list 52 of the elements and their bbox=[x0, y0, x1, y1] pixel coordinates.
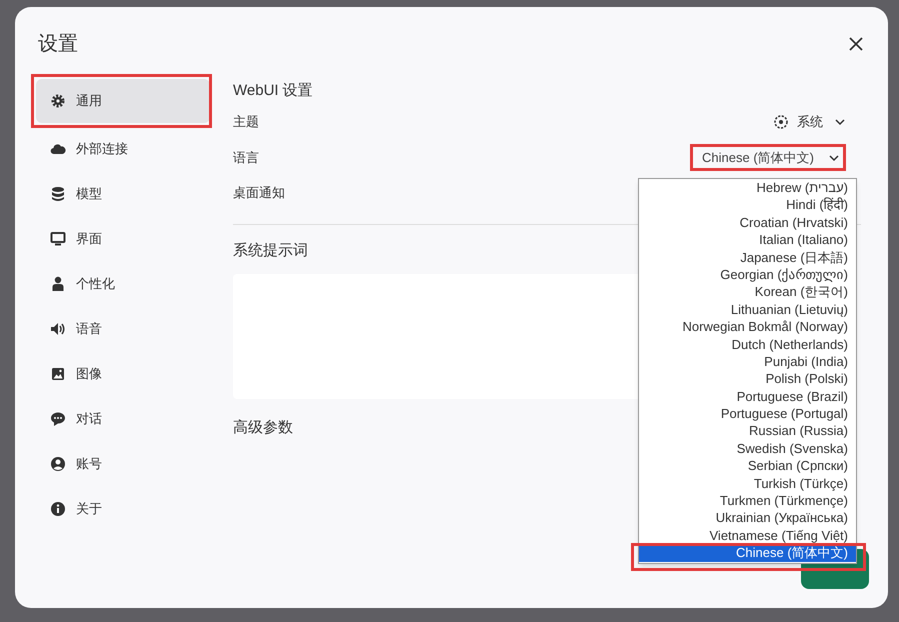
image-icon bbox=[50, 366, 66, 382]
language-option[interactable]: Georgian (ქართული) bbox=[639, 266, 856, 284]
language-select[interactable]: Chinese (简体中文) bbox=[690, 144, 846, 171]
language-option[interactable]: Turkmen (Türkmençe) bbox=[639, 492, 856, 510]
sidebar-item[interactable]: 语音 bbox=[36, 307, 210, 351]
sidebar-item[interactable]: 关于 bbox=[36, 487, 210, 531]
language-option[interactable]: Polish (Polski) bbox=[639, 370, 856, 388]
language-option[interactable]: Portuguese (Brazil) bbox=[639, 388, 856, 406]
theme-select[interactable]: 系统 bbox=[773, 112, 846, 132]
setting-label: 语言 bbox=[233, 148, 259, 167]
sidebar-item[interactable]: 图像 bbox=[36, 352, 210, 396]
section-heading: 高级参数 bbox=[233, 418, 293, 438]
person-icon bbox=[50, 276, 66, 292]
gear-icon bbox=[773, 114, 789, 130]
sidebar-item[interactable]: 对话 bbox=[36, 397, 210, 441]
language-option[interactable]: Lithuanian (Lietuvių) bbox=[639, 300, 856, 318]
language-option[interactable]: Russian (Russia) bbox=[639, 422, 856, 440]
database-icon bbox=[50, 186, 66, 202]
monitor-icon bbox=[50, 231, 66, 247]
language-option[interactable]: Serbian (Српски) bbox=[639, 457, 856, 475]
language-option[interactable]: Ukrainian (Українська) bbox=[639, 509, 856, 527]
dialog-title: 设置 bbox=[38, 32, 78, 57]
theme-value: 系统 bbox=[797, 113, 823, 132]
language-option[interactable]: Hebrew (עברית) bbox=[639, 179, 856, 196]
language-option[interactable]: Japanese (日本語) bbox=[639, 248, 856, 266]
language-option[interactable]: Italian (Italiano) bbox=[639, 231, 856, 249]
sidebar-item[interactable]: 外部连接 bbox=[36, 127, 210, 171]
sidebar-item[interactable]: 账号 bbox=[36, 442, 210, 486]
sidebar-item[interactable]: 个性化 bbox=[36, 262, 210, 306]
chat-bubble-icon bbox=[50, 411, 66, 427]
settings-icon bbox=[50, 93, 66, 109]
section-heading: 系统提示词 bbox=[233, 240, 308, 260]
language-option[interactable]: Punjabi (India) bbox=[639, 352, 856, 370]
language-option[interactable]: Swedish (Svenska) bbox=[639, 440, 856, 458]
language-option[interactable]: Turkish (Türkçe) bbox=[639, 474, 856, 492]
setting-label: 主题 bbox=[233, 113, 259, 132]
user-circle-icon bbox=[50, 456, 66, 472]
setting-label: 桌面通知 bbox=[233, 184, 285, 202]
sidebar-item[interactable]: 界面 bbox=[36, 217, 210, 261]
sidebar-item[interactable]: 通用 bbox=[36, 79, 210, 123]
info-icon bbox=[50, 501, 66, 517]
close-icon[interactable] bbox=[848, 36, 864, 52]
language-option[interactable]: Norwegian Bokmål (Norway) bbox=[639, 318, 856, 336]
language-option[interactable]: Dutch (Netherlands) bbox=[639, 336, 856, 353]
section-heading: WebUI 设置 bbox=[233, 81, 314, 101]
language-option[interactable]: Portuguese (Portugal) bbox=[639, 405, 856, 422]
speaker-icon bbox=[50, 321, 66, 337]
language-option[interactable]: Vietnamese (Tiếng Việt) bbox=[639, 526, 856, 544]
language-option[interactable]: Hindi (हिंदी) bbox=[639, 196, 856, 214]
language-option[interactable]: Korean (한국어) bbox=[639, 283, 856, 301]
language-option[interactable]: Croatian (Hrvatski) bbox=[639, 214, 856, 232]
sidebar-item[interactable]: 模型 bbox=[36, 172, 210, 216]
